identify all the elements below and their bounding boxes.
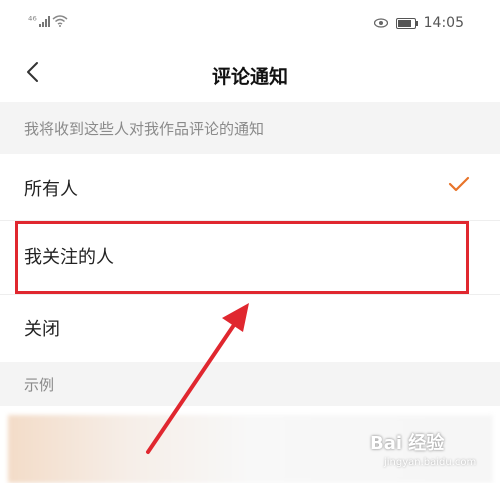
checkmark-icon bbox=[448, 176, 470, 192]
section-header-recipients: 我将收到这些人对我作品评论的通知 bbox=[0, 102, 500, 154]
section-header-label: 我将收到这些人对我作品评论的通知 bbox=[24, 119, 265, 138]
watermark-logo: Bai 经验 bbox=[370, 433, 445, 454]
eye-icon bbox=[373, 18, 388, 28]
watermark: Bai 经验 jingyan.baidu.com bbox=[370, 429, 490, 473]
section-header-example: 示例 bbox=[0, 362, 500, 406]
option-following[interactable]: 我关注的人 bbox=[0, 224, 500, 288]
status-bar: ⁴⁶ 14:05 bbox=[0, 0, 500, 48]
nav-bar: 评论通知 bbox=[0, 48, 500, 100]
network-type-label: ⁴⁶ bbox=[28, 14, 37, 27]
option-label: 我关注的人 bbox=[24, 247, 114, 268]
watermark-url: jingyan.baidu.com bbox=[384, 457, 477, 468]
wifi-icon bbox=[52, 15, 68, 27]
status-time: 14:05 bbox=[423, 15, 464, 31]
divider bbox=[0, 294, 500, 295]
section-header-label: 示例 bbox=[24, 375, 55, 394]
network-status: ⁴⁶ bbox=[28, 14, 68, 27]
status-right: 14:05 bbox=[373, 15, 464, 31]
option-label: 所有人 bbox=[24, 179, 78, 200]
option-label: 关闭 bbox=[24, 319, 60, 340]
signal-icon bbox=[38, 15, 50, 27]
battery-icon bbox=[395, 17, 418, 29]
option-all[interactable]: 所有人 bbox=[0, 156, 500, 220]
page-title: 评论通知 bbox=[211, 66, 288, 88]
divider bbox=[0, 220, 500, 221]
option-off[interactable]: 关闭 bbox=[0, 296, 500, 360]
